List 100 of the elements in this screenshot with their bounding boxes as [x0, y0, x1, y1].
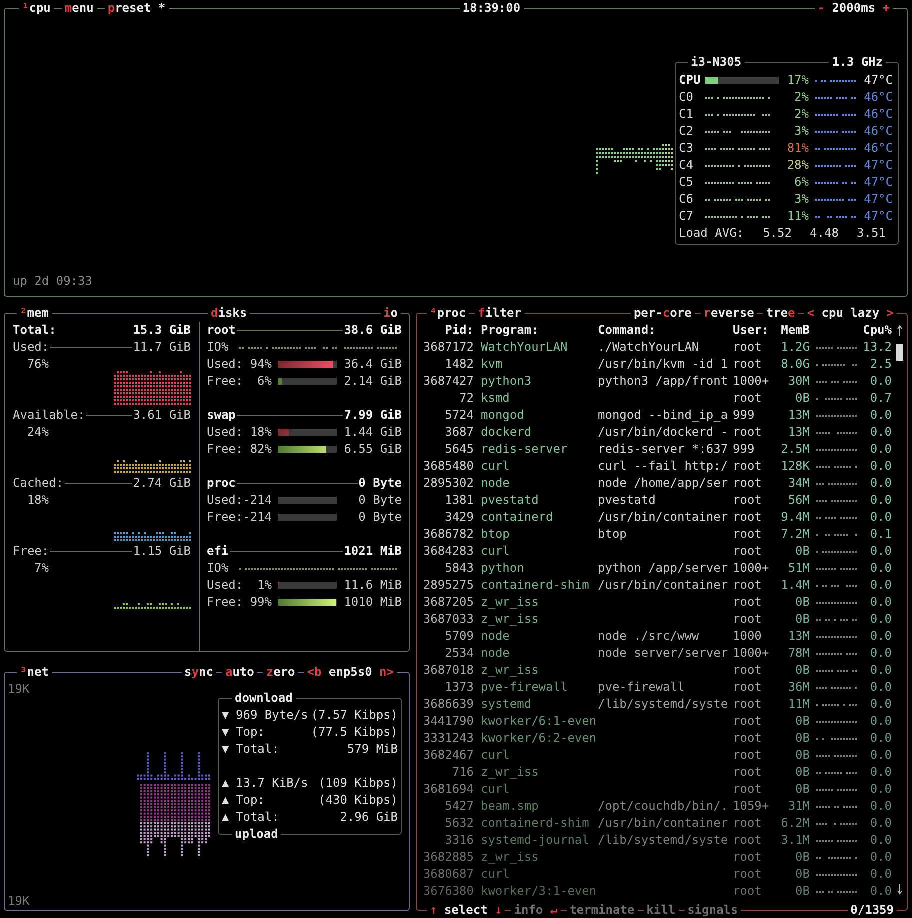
process-row[interactable]: 5645 redis-server redis-server *:637 999 2.5M 0.0 — [420, 441, 894, 458]
program-cell-text: pvestatd — [481, 492, 540, 509]
cpu-cell-text: 0.1 — [869, 526, 892, 543]
process-row[interactable]: 3685480 curl curl --fail http:/ root 128K 0.0 — [420, 458, 894, 475]
memory-value: 15.3 GiB — [133, 322, 191, 339]
cpu-cell-text: 0.0 — [869, 611, 892, 628]
process-row[interactable]: 3682467 curl root 0B 0.0 — [420, 747, 894, 764]
memory-cell-text: 13M — [787, 407, 810, 424]
pid-cell-text: 3441790 — [422, 713, 474, 730]
memory-cell-text: 0B — [794, 543, 810, 560]
disk-meter — [278, 582, 337, 589]
memory-cell-text: 1.4M — [780, 577, 810, 594]
process-row[interactable]: 3687172 WatchYourLAN ./WatchYourLAN root 1.2G 13.2 — [420, 339, 894, 356]
memory-cell-text: 0B — [794, 662, 810, 679]
memory-cell-text: 34M — [787, 475, 810, 492]
process-row[interactable]: 3681694 curl root 0B 0.0 — [420, 781, 894, 798]
user-cell-text: root — [733, 475, 763, 492]
process-row[interactable]: 3687205 z_wr_iss root 0B 0.0 — [420, 594, 894, 611]
column-header[interactable]: MemB — [771, 322, 810, 339]
process-row[interactable]: 3687427 python3 python3 /app/front 1000+ 30M 0.0 — [420, 373, 894, 390]
process-row[interactable]: 3686782 btop btop root 7.2M 0.1 — [420, 526, 894, 543]
command-cell-text: /usr/bin/kvm -id 1 — [598, 356, 730, 373]
panel-tab[interactable]: preset * — [104, 0, 169, 17]
column-header[interactable]: Cpu% — [860, 322, 892, 339]
disk-value: 11.6 MiB — [344, 577, 402, 594]
process-row[interactable]: 1373 pve-firewall pve-firewall root 36M 0.0 — [420, 679, 894, 696]
process-row[interactable]: 3316 systemd-journal /lib/systemd/syste root 3.1M 0.0 — [420, 832, 894, 849]
core-label: CPU — [679, 72, 702, 89]
process-row[interactable]: 1482 kvm /usr/bin/kvm -id 1 root 8.0G 2.5 — [420, 356, 894, 373]
process-row[interactable]: 3682885 z_wr_iss root 0B 0.0 — [420, 849, 894, 866]
core-temperature: 47°C — [863, 174, 893, 191]
panel-tab[interactable]: ¹cpu — [19, 0, 54, 17]
disk-name: swap — [207, 407, 236, 424]
column-header[interactable]: Pid: — [420, 322, 474, 339]
pid-cell-text: 3676380 — [422, 883, 474, 900]
cpu-sparkline — [816, 636, 857, 638]
net-value: (77.5 Kibps) — [311, 724, 398, 741]
process-row[interactable]: 716 z_wr_iss root 0B 0.0 — [420, 764, 894, 781]
disk-label: Used: — [207, 577, 243, 594]
cpu-sparkline — [816, 738, 857, 740]
user-cell-text: root — [733, 662, 763, 679]
panel-tab[interactable]: ⁴ proc — [427, 305, 470, 322]
cpu-sparkline — [816, 857, 857, 859]
command-cell-text: /lib/systemd/syste — [598, 832, 730, 849]
process-row[interactable]: 3686639 systemd /lib/systemd/syste root 11M 0.0 — [420, 696, 894, 713]
process-row[interactable]: 3676380 kworker/3:1-even root 0B 0.0 — [420, 883, 894, 900]
disk-meter — [278, 599, 337, 606]
scale-label: 19K — [8, 893, 30, 910]
cpu-sparkline — [816, 381, 857, 383]
program-cell: kworker/3:1-even — [481, 883, 598, 900]
process-row[interactable]: 3441790 kworker/6:1-even root 0B 0.0 — [420, 713, 894, 730]
cpu-sparkline — [816, 398, 857, 400]
process-row[interactable]: 5427 beam.smp /opt/couchdb/bin/. 1059+ 31M 0.0 — [420, 798, 894, 815]
net-option[interactable]: <b enp5s0 n> — [304, 664, 397, 681]
core-label: C2 — [679, 123, 694, 140]
process-row[interactable]: 1381 pvestatd pvestatd root 56M 0.0 — [420, 492, 894, 509]
cpu-cell-text: 0.0 — [869, 849, 892, 866]
process-row[interactable]: 3687033 z_wr_iss root 0B 0.0 — [420, 611, 894, 628]
program-cell-text: node — [481, 645, 511, 662]
user-cell-text: 1000+ — [733, 373, 770, 390]
process-row[interactable]: 3687018 z_wr_iss root 0B 0.0 — [420, 662, 894, 679]
direction-icon: ▲ — [222, 775, 236, 792]
disk-meter — [278, 361, 337, 368]
process-row[interactable]: 3684283 curl root 0B 0.0 — [420, 543, 894, 560]
memory-cell-text: 56M — [787, 492, 810, 509]
core-sparkline — [705, 216, 770, 218]
column-header[interactable]: Command: — [598, 322, 733, 339]
user-cell-text: root — [733, 781, 763, 798]
process-row[interactable]: 2534 node node server/server 1000+ 78M 0.0 — [420, 645, 894, 662]
cpu-cell-text: 0.0 — [869, 883, 892, 900]
process-row[interactable]: 2895302 node node /home/app/ser root 34M 0.0 — [420, 475, 894, 492]
process-row[interactable]: 5709 node node ./src/www 1000 13M 0.0 — [420, 628, 894, 645]
process-row[interactable]: 3331243 kworker/6:2-even root 0B 0.0 — [420, 730, 894, 747]
process-row[interactable]: 5632 containerd-shim /usr/bin/container root 6.2M 0.0 — [420, 815, 894, 832]
cpu-cell-text: 0.0 — [869, 373, 892, 390]
process-row[interactable]: 3429 containerd /usr/bin/container root 9.4M 0.0 — [420, 509, 894, 526]
cpu-sparkline — [816, 500, 857, 502]
user-cell-text: root — [733, 730, 763, 747]
process-row[interactable]: 5843 python python /app/server 1000+ 51M 0.0 — [420, 560, 894, 577]
temperature-sparkline — [815, 80, 856, 82]
pid-cell-text: 716 — [451, 764, 474, 781]
pid-cell-text: 3331243 — [422, 730, 474, 747]
process-row[interactable]: 5724 mongod mongod --bind_ip_a 999 13M 0.0 — [420, 407, 894, 424]
memory-cell-text: 8.0G — [780, 356, 810, 373]
process-row[interactable]: 3687 dockerd /usr/bin/dockerd - root 13M 0.0 — [420, 424, 894, 441]
user-cell-text: root — [733, 526, 763, 543]
memory-cell-text: 0B — [794, 781, 810, 798]
column-header[interactable]: Program: — [481, 322, 598, 339]
user-cell-text: root — [733, 883, 763, 900]
temperature-sparkline — [815, 216, 856, 218]
process-row[interactable]: 3680687 curl root 0B 0.0 — [420, 866, 894, 883]
user-cell-text: root — [733, 849, 763, 866]
process-row[interactable]: 72 ksmd root 0B 0.7 — [420, 390, 894, 407]
sort-option[interactable]: < cpu lazy > — [804, 305, 897, 322]
process-row[interactable]: 2895275 containerd-shim /usr/bin/container root 1.4M 0.0 — [420, 577, 894, 594]
direction-icon: ▲ — [222, 792, 236, 809]
cpu-cell-text: 0.0 — [869, 713, 892, 730]
core-label: C5 — [679, 174, 694, 191]
cpu-sparkline — [816, 755, 857, 757]
column-header[interactable]: User: — [733, 322, 771, 339]
